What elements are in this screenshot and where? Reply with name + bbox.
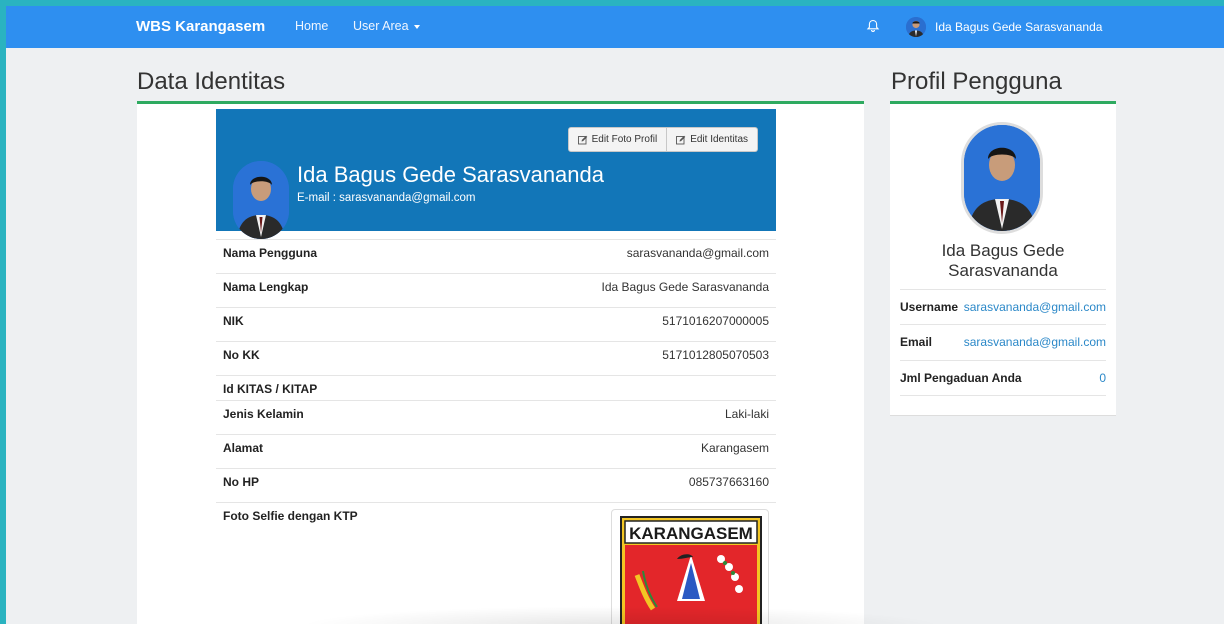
- edit-identity-button[interactable]: Edit Identitas: [667, 127, 758, 152]
- profile-row-email: Email sarasvananda@gmail.com: [900, 324, 1106, 360]
- table-row: Jenis Kelamin Laki-laki: [216, 400, 776, 434]
- bottom-shadow: [296, 606, 946, 624]
- nav-home-link[interactable]: Home: [295, 19, 328, 33]
- row-label: Foto Selfie dengan KTP: [223, 509, 358, 523]
- identity-card-header: Edit Foto Profil Edit Identitas Ida Bagu…: [216, 109, 776, 239]
- table-row: Nama Lengkap Ida Bagus Gede Sarasvananda: [216, 273, 776, 307]
- row-label: No HP: [223, 475, 259, 489]
- row-value: sarasvananda@gmail.com: [626, 246, 769, 260]
- row-value[interactable]: sarasvananda@gmail.com: [964, 335, 1106, 360]
- nav-user-area-label: User Area: [353, 19, 409, 33]
- logo-text: KARANGASEM: [629, 524, 753, 543]
- nav-username[interactable]: Ida Bagus Gede Sarasvananda: [935, 20, 1102, 34]
- person-photo-icon: [964, 125, 1040, 231]
- identity-name: Ida Bagus Gede Sarasvananda: [297, 162, 605, 187]
- nav-user-area-dropdown[interactable]: User Area: [353, 19, 420, 33]
- nav-avatar[interactable]: [906, 17, 926, 37]
- row-value[interactable]: 0: [1099, 371, 1106, 396]
- row-value: Karangasem: [700, 441, 769, 455]
- row-label: Nama Pengguna: [223, 246, 318, 260]
- row-label: NIK: [223, 314, 244, 328]
- row-label: Id KITAS / KITAP: [223, 382, 318, 396]
- person-avatar-icon: [906, 17, 926, 37]
- row-value: Laki-laki: [724, 407, 769, 421]
- row-value[interactable]: sarasvananda@gmail.com: [964, 300, 1106, 325]
- edit-photo-label: Edit Foto Profil: [591, 134, 658, 145]
- edit-photo-button[interactable]: Edit Foto Profil: [567, 127, 668, 152]
- bell-icon[interactable]: [866, 19, 880, 33]
- profile-photo: [961, 122, 1043, 234]
- table-row: Id KITAS / KITAP: [216, 375, 776, 400]
- data-identitas-title: Data Identitas: [137, 68, 286, 95]
- row-label: Jml Pengaduan Anda: [900, 371, 1022, 385]
- edit-icon: [577, 135, 587, 144]
- table-row: Nama Pengguna sarasvananda@gmail.com: [216, 239, 776, 273]
- row-label: Email: [900, 335, 933, 349]
- profile-avatar: [233, 161, 289, 239]
- edit-button-group: Edit Foto Profil Edit Identitas: [567, 127, 758, 152]
- row-value: 085737663160: [688, 475, 769, 489]
- brand-link[interactable]: WBS Karangasem: [136, 18, 265, 35]
- edit-icon: [676, 135, 686, 144]
- identity-table: Nama Pengguna sarasvananda@gmail.com Nam…: [216, 239, 776, 624]
- table-row: Alamat Karangasem: [216, 434, 776, 468]
- row-value: 5171012805070503: [662, 348, 769, 362]
- identity-email: E-mail : sarasvananda@gmail.com: [297, 192, 476, 204]
- identity-panel: Edit Foto Profil Edit Identitas Ida Bagu…: [137, 104, 864, 624]
- row-label: Nama Lengkap: [223, 280, 309, 294]
- profile-row-complaints: Jml Pengaduan Anda 0: [900, 360, 1106, 396]
- row-value: 5171016207000005: [662, 314, 769, 328]
- row-label: Jenis Kelamin: [223, 407, 304, 421]
- row-label: Alamat: [223, 441, 264, 455]
- row-label: Username: [900, 300, 959, 314]
- table-row: No KK 5171012805070503: [216, 341, 776, 375]
- row-label: No KK: [223, 348, 260, 362]
- top-navbar: WBS Karangasem Home User Area Ida Bagus …: [6, 6, 1224, 48]
- profile-row-username: Username sarasvananda@gmail.com: [900, 289, 1106, 325]
- row-value: Ida Bagus Gede Sarasvananda: [601, 280, 769, 294]
- profile-name: Ida Bagus Gede Sarasvananda: [941, 241, 1065, 280]
- divider: [900, 395, 1106, 396]
- table-row: No HP 085737663160: [216, 468, 776, 502]
- app-window: WBS Karangasem Home User Area Ida Bagus …: [6, 6, 1224, 624]
- edit-identity-label: Edit Identitas: [690, 134, 748, 145]
- person-photo-icon: [233, 161, 289, 239]
- profile-panel: Ida Bagus Gede Sarasvananda Username sar…: [890, 104, 1116, 416]
- caret-down-icon: [413, 24, 420, 29]
- profil-pengguna-title: Profil Pengguna: [891, 68, 1062, 95]
- table-row: NIK 5171016207000005: [216, 307, 776, 341]
